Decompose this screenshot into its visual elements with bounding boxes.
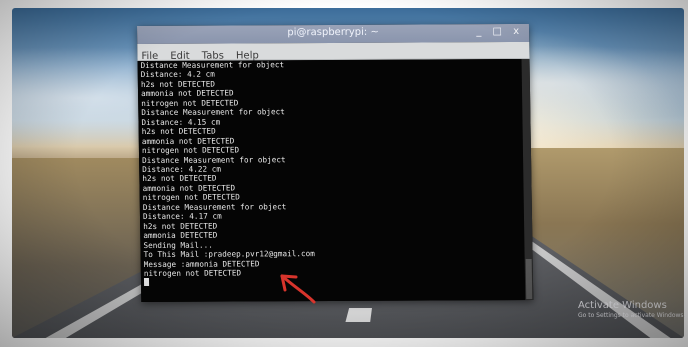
activate-windows-watermark: Activate Windows Go to Settings to activ… [578,300,685,319]
minimize-button[interactable]: _ [476,26,485,37]
terminal-titlebar[interactable]: pi@raspberrypi: ~ _ □ x [137,23,530,45]
scrollbar-thumb[interactable] [525,258,533,299]
close-button[interactable]: x [513,26,523,37]
window-controls: _ □ x [476,26,523,37]
terminal-prompt-line[interactable] [141,276,525,287]
terminal-menubar: File Edit Tabs Help [137,41,530,62]
red-arrow-icon [280,274,316,304]
watermark-subtitle: Go to Settings to activate Windows. [578,312,686,319]
terminal-window[interactable]: pi@raspberrypi: ~ _ □ x File Edit Tabs H… [137,23,534,303]
window-title: pi@raspberrypi: ~ [287,26,379,39]
maximize-button[interactable]: □ [492,26,506,37]
text-cursor [143,278,150,287]
terminal-output[interactable]: Distance Measurement for object Distance… [137,58,526,303]
photo-frame: pi@raspberrypi: ~ _ □ x File Edit Tabs H… [0,0,688,347]
watermark-title: Activate Windows [578,300,667,311]
